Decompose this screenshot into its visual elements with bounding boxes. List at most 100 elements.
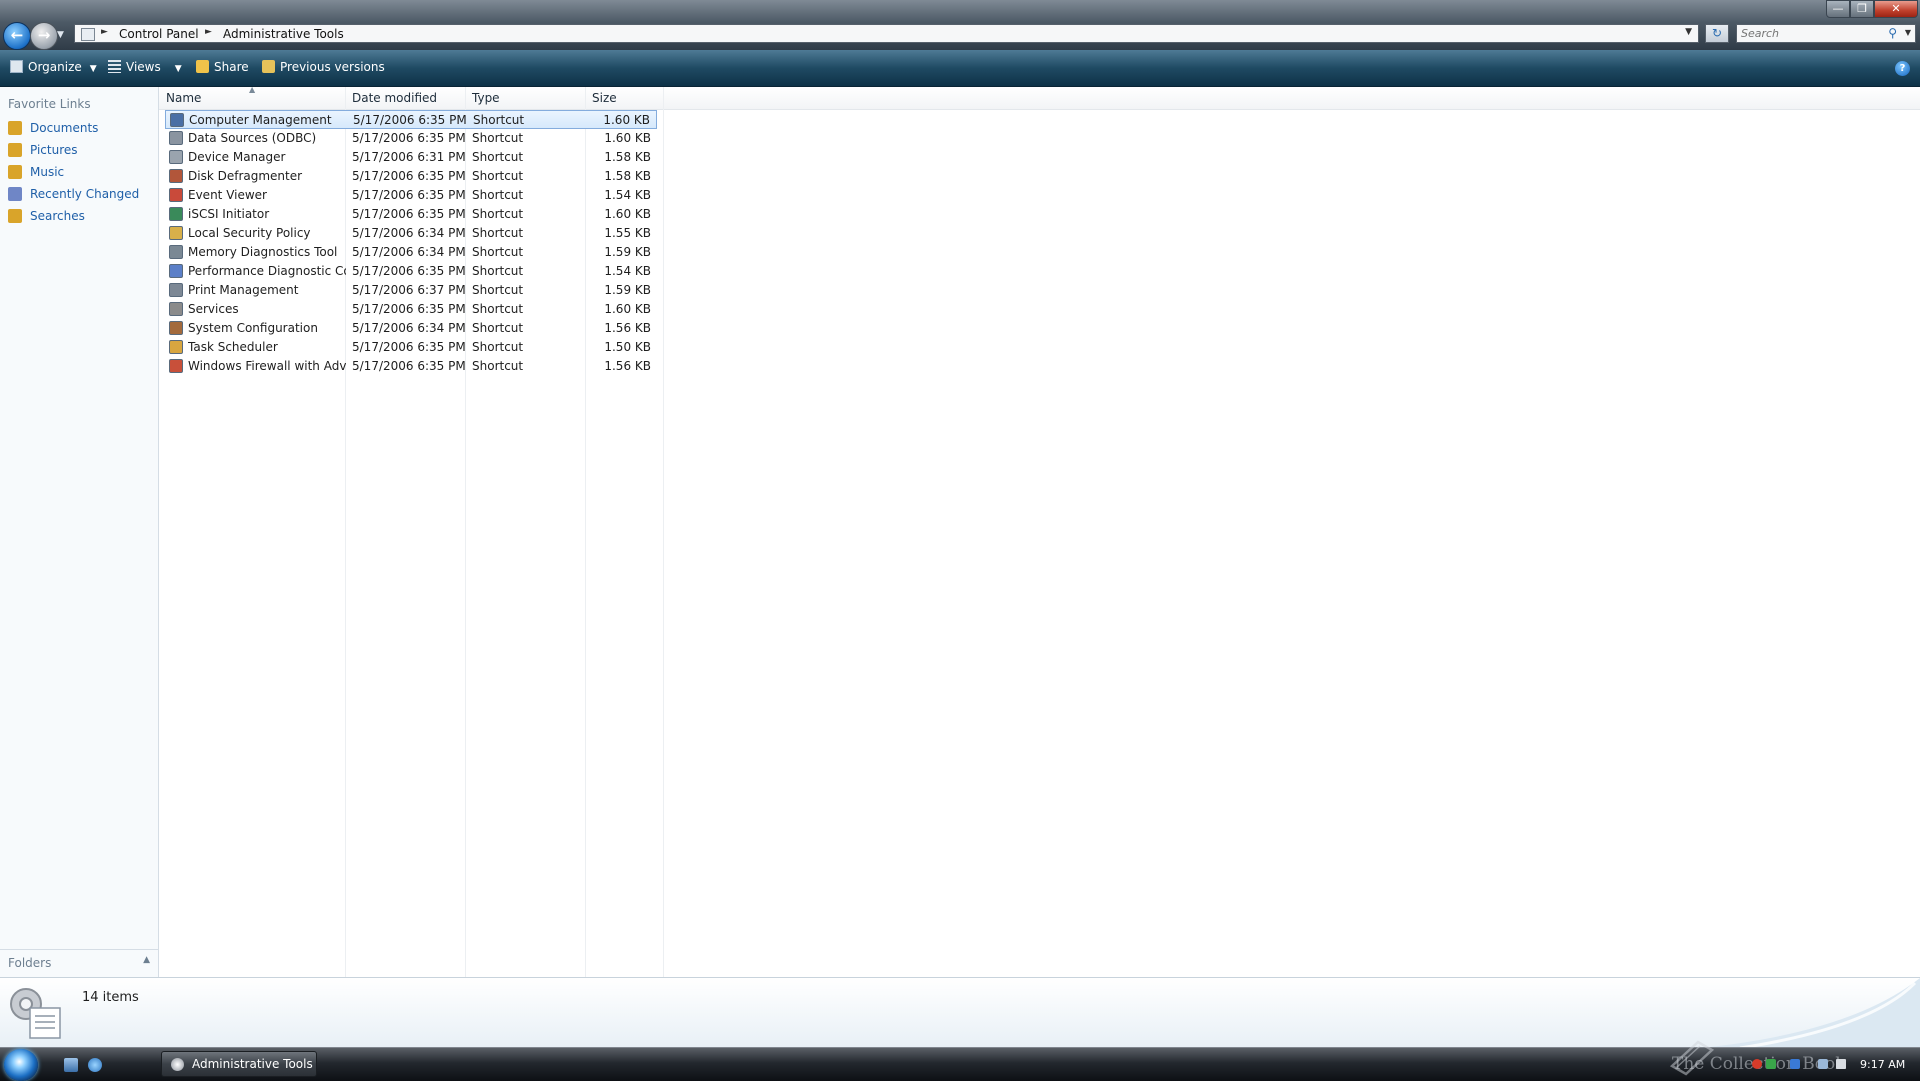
breadcrumb-administrative-tools[interactable]: Administrative Tools bbox=[223, 27, 344, 41]
column-header-size[interactable]: Size bbox=[592, 91, 617, 105]
file-row[interactable]: Computer Management 5/17/2006 6:35 PM Shor… bbox=[165, 110, 657, 129]
search-input[interactable] bbox=[1737, 25, 1881, 41]
file-row[interactable]: System Configuration 5/17/2006 6:34 PM Sho… bbox=[165, 319, 657, 338]
file-row[interactable]: Disk Defragmenter 5/17/2006 6:35 PM Shortc… bbox=[165, 167, 657, 186]
file-name: Windows Firewall with Adv... bbox=[188, 359, 346, 373]
favorite-link[interactable]: Searches bbox=[8, 207, 156, 227]
file-row[interactable]: Windows Firewall with Adv... 5/17/2006 6:… bbox=[165, 357, 657, 376]
minimize-button[interactable]: — bbox=[1826, 0, 1850, 18]
services-icon bbox=[169, 302, 183, 316]
views-dropdown-icon[interactable]: ▼ bbox=[175, 64, 182, 74]
file-name: Data Sources (ODBC) bbox=[188, 131, 317, 145]
file-row[interactable]: Memory Diagnostics Tool 5/17/2006 6:34 PM… bbox=[165, 243, 657, 262]
column-header-date-modified[interactable]: Date modified bbox=[352, 91, 437, 105]
file-row[interactable]: Task Scheduler 5/17/2006 6:35 PM Shortcut 1… bbox=[165, 338, 657, 357]
music-icon bbox=[8, 165, 22, 179]
share-button[interactable]: Share bbox=[196, 60, 249, 74]
file-date-modified: 5/17/2006 6:35 PM bbox=[353, 113, 467, 127]
search-dropdown-icon[interactable]: ▼ bbox=[1905, 28, 1911, 37]
file-row[interactable]: iSCSI Initiator 5/17/2006 6:35 PM Shortcut… bbox=[165, 205, 657, 224]
computer-management-icon bbox=[170, 113, 184, 127]
file-row[interactable]: Print Management 5/17/2006 6:37 PM Shortcu… bbox=[165, 281, 657, 300]
security-alert-icon[interactable] bbox=[1752, 1059, 1762, 1069]
tray-app-icon[interactable] bbox=[1790, 1059, 1800, 1069]
file-row[interactable]: Local Security Policy 5/17/2006 6:34 PM Sh… bbox=[165, 224, 657, 243]
file-type: Shortcut bbox=[472, 321, 524, 335]
file-row[interactable]: Performance Diagnostic Co... 5/17/2006 6:… bbox=[165, 262, 657, 281]
favorite-link[interactable]: Documents bbox=[8, 119, 156, 139]
forward-arrow-icon: → bbox=[37, 26, 51, 44]
file-type: Shortcut bbox=[472, 245, 524, 259]
file-row[interactable]: Data Sources (ODBC) 5/17/2006 6:35 PM Shor… bbox=[165, 129, 657, 148]
maximize-button[interactable]: ❐ bbox=[1850, 0, 1874, 18]
internet-explorer-icon[interactable] bbox=[88, 1058, 102, 1072]
file-name: Services bbox=[188, 302, 239, 316]
network-icon[interactable] bbox=[1818, 1059, 1828, 1069]
file-date-modified: 5/17/2006 6:35 PM bbox=[352, 131, 466, 145]
organize-dropdown-icon: ▼ bbox=[89, 64, 97, 74]
breadcrumb-separator-icon[interactable]: ► bbox=[205, 27, 212, 37]
tray-update-icon[interactable] bbox=[1766, 1059, 1776, 1069]
local-security-policy-icon bbox=[169, 226, 183, 240]
start-button[interactable] bbox=[4, 1049, 38, 1081]
file-size: 1.60 KB bbox=[604, 131, 651, 145]
file-size: 1.59 KB bbox=[604, 283, 651, 297]
address-dropdown-icon[interactable]: ▼ bbox=[1685, 27, 1692, 37]
search-box[interactable]: ⚲ ▼ bbox=[1736, 24, 1916, 43]
organize-button[interactable]: Organize ▼ bbox=[10, 60, 97, 74]
favorite-link[interactable]: Pictures bbox=[8, 141, 156, 161]
breadcrumb-control-panel[interactable]: Control Panel bbox=[119, 27, 199, 41]
search-icon[interactable]: ⚲ bbox=[1888, 26, 1897, 40]
clock[interactable]: 9:17 AM bbox=[1860, 1058, 1905, 1071]
taskbar-button-label: Administrative Tools bbox=[192, 1057, 313, 1071]
file-date-modified: 5/17/2006 6:34 PM bbox=[352, 321, 466, 335]
address-bar[interactable]: ► Control Panel ► Administrative Tools ▼ bbox=[74, 24, 1699, 43]
file-name: Disk Defragmenter bbox=[188, 169, 303, 183]
title-bar: ← → ▼ ► Control Panel ► Administrative T… bbox=[0, 0, 1920, 50]
column-header-name[interactable]: Name bbox=[166, 91, 201, 105]
close-button[interactable]: ✕ bbox=[1874, 0, 1918, 18]
file-size: 1.54 KB bbox=[604, 188, 651, 202]
views-button[interactable]: Views ▼ bbox=[108, 60, 182, 74]
file-row[interactable]: Device Manager 5/17/2006 6:31 PM Shortcut 1… bbox=[165, 148, 657, 167]
file-name: Local Security Policy bbox=[188, 226, 311, 240]
breadcrumb-separator-icon[interactable]: ► bbox=[101, 27, 108, 37]
refresh-button[interactable]: ↻ bbox=[1705, 24, 1729, 43]
favorite-link[interactable]: Music bbox=[8, 163, 156, 183]
file-name: Event Viewer bbox=[188, 188, 267, 202]
iscsi-initiator-icon bbox=[169, 207, 183, 221]
file-size: 1.60 KB bbox=[604, 302, 651, 316]
file-date-modified: 5/17/2006 6:35 PM bbox=[352, 169, 466, 183]
favorite-link[interactable]: Recently Changed bbox=[8, 185, 156, 205]
column-header-row: ▲ Name Date modified Type Size bbox=[159, 85, 1920, 110]
file-type: Shortcut bbox=[472, 264, 524, 278]
favorite-link-label: Searches bbox=[30, 209, 85, 223]
previous-versions-button[interactable]: Previous versions bbox=[262, 60, 385, 74]
file-name: System Configuration bbox=[188, 321, 318, 335]
help-button[interactable]: ? bbox=[1895, 61, 1910, 76]
forward-button[interactable]: → bbox=[30, 22, 58, 50]
navigation-pane: Favorite Links Documents Pictures Music Rec… bbox=[0, 87, 159, 977]
taskbar-button-administrative-tools[interactable]: Administrative Tools bbox=[161, 1051, 317, 1077]
file-date-modified: 5/17/2006 6:35 PM bbox=[352, 302, 466, 316]
decorative-swoosh bbox=[1700, 978, 1920, 1048]
folders-toggle[interactable]: Folders ▲ bbox=[0, 949, 158, 976]
file-name: Memory Diagnostics Tool bbox=[188, 245, 338, 259]
recent-pages-dropdown-icon[interactable]: ▼ bbox=[57, 30, 64, 40]
file-row[interactable]: Event Viewer 5/17/2006 6:35 PM Shortcut 1.5… bbox=[165, 186, 657, 205]
file-size: 1.56 KB bbox=[604, 321, 651, 335]
device-manager-icon bbox=[169, 150, 183, 164]
print-management-icon bbox=[169, 283, 183, 297]
file-date-modified: 5/17/2006 6:35 PM bbox=[352, 359, 466, 373]
file-row[interactable]: Services 5/17/2006 6:35 PM Shortcut 1.60 KB bbox=[165, 300, 657, 319]
file-size: 1.60 KB bbox=[603, 113, 650, 127]
file-type: Shortcut bbox=[472, 150, 524, 164]
column-divider[interactable] bbox=[663, 87, 664, 977]
back-button[interactable]: ← bbox=[3, 22, 31, 50]
event-viewer-icon bbox=[169, 188, 183, 202]
file-size: 1.58 KB bbox=[604, 150, 651, 164]
share-label: Share bbox=[214, 60, 249, 74]
volume-icon[interactable] bbox=[1836, 1059, 1846, 1069]
column-header-type[interactable]: Type bbox=[472, 91, 500, 105]
show-desktop-icon[interactable] bbox=[64, 1058, 78, 1072]
